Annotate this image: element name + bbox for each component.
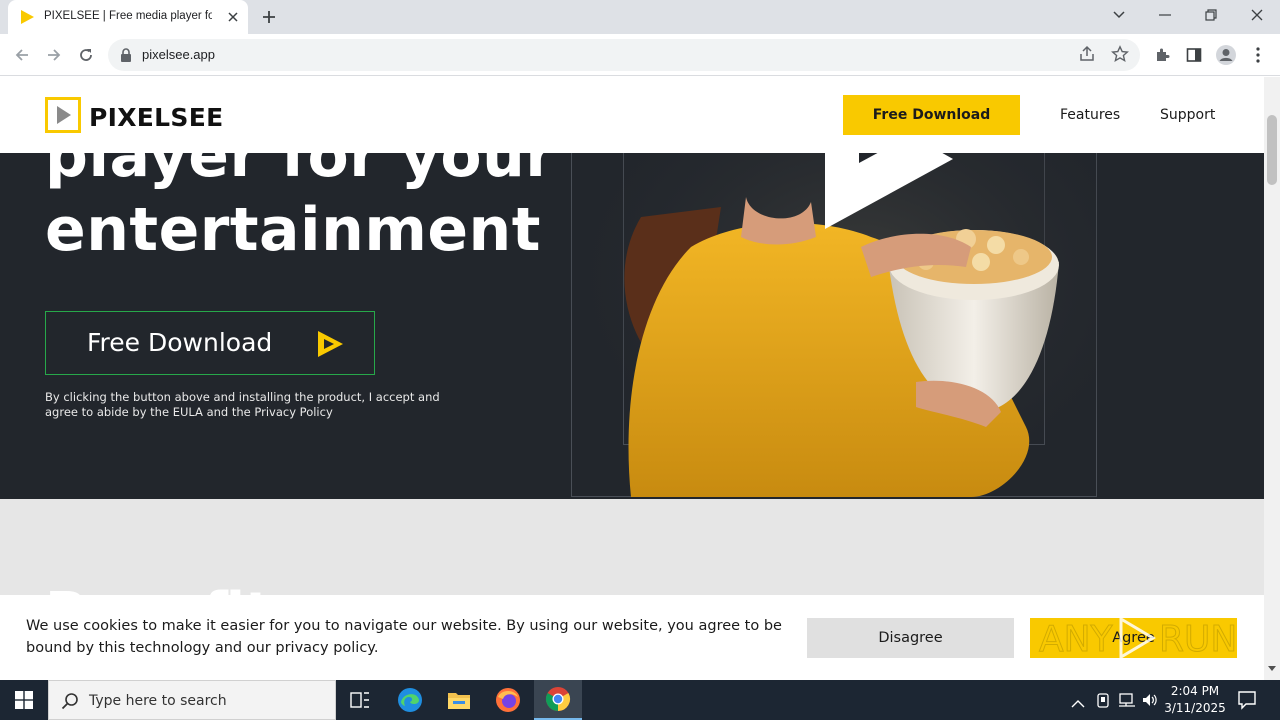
back-icon[interactable] [8,41,36,69]
cookie-text: We use cookies to make it easier for you… [26,618,782,656]
page-viewport: player for your entertainment Free Downl… [0,77,1264,680]
taskbar-clock[interactable]: 2:04 PM 3/11/2025 [1160,683,1230,717]
site-header: PIXELSEE Free Download Features Support [0,77,1264,153]
hero-image-woman-popcorn [571,97,1097,497]
taskbar-search-box[interactable]: Type here to search [48,680,336,720]
restore-icon[interactable] [1188,0,1234,30]
search-icon [61,692,79,714]
tab-title: PIXELSEE | Free media player for [44,10,212,22]
edge-browser-icon[interactable] [386,680,434,720]
side-panel-icon[interactable] [1180,41,1208,69]
nav-link-support[interactable]: Support [1160,107,1215,123]
scrollbar-thumb[interactable] [1267,115,1277,185]
page-scrollbar[interactable] [1264,77,1280,680]
clock-date: 3/11/2025 [1164,701,1226,715]
search-placeholder: Type here to search [89,693,227,709]
new-tab-button[interactable] [258,6,280,28]
minimize-icon[interactable] [1142,0,1188,30]
hero-download-button[interactable]: Free Download [45,311,375,375]
chrome-menu-icon[interactable] [1244,41,1272,69]
eula-note: By clicking the button above and install… [45,390,440,419]
lock-icon[interactable] [120,47,132,66]
cookie-disagree-button[interactable]: Disagree [807,618,1014,658]
address-bar[interactable]: pixelsee.app [108,39,1140,71]
windows-taskbar: Type here to search 2:04 PM 3/11/2025 [0,680,1280,720]
tab-close-icon[interactable] [224,8,242,26]
browser-tab[interactable]: PIXELSEE | Free media player for [8,0,248,34]
url-text[interactable]: pixelsee.app [142,47,215,62]
scroll-down-icon[interactable] [1268,657,1276,676]
network-icon[interactable] [1118,691,1136,713]
forward-icon[interactable] [40,41,68,69]
hero-headline-line2: entertainment [45,195,541,265]
tray-device-icon[interactable] [1095,691,1111,713]
firefox-icon[interactable] [484,680,532,720]
chrome-icon[interactable] [534,680,582,720]
volume-icon[interactable] [1141,691,1159,713]
browser-tab-bar: PIXELSEE | Free media player for [0,0,1280,34]
task-view-icon[interactable] [336,680,384,720]
cookie-banner: We use cookies to make it easier for you… [0,595,1264,680]
logo-play-icon [45,97,81,137]
tab-search-icon[interactable] [1096,0,1142,30]
nav-link-features[interactable]: Features [1060,107,1120,123]
pixelsee-favicon-icon [19,9,35,29]
notification-center-icon[interactable] [1236,689,1258,715]
profile-avatar-icon[interactable] [1212,41,1240,69]
hero-download-label: Free Download [87,328,273,357]
share-icon[interactable] [1078,45,1096,67]
reload-icon[interactable] [72,41,100,69]
close-window-icon[interactable] [1234,0,1280,30]
pixelsee-logo[interactable]: PIXELSEE [45,97,223,137]
play-icon [316,330,344,362]
cookie-agree-button[interactable]: Agree [1030,618,1237,658]
clock-time: 2:04 PM [1170,684,1220,698]
windows-start-icon[interactable] [0,680,48,720]
bookmark-star-icon[interactable] [1111,45,1129,67]
nav-download-button[interactable]: Free Download [843,95,1020,135]
tray-overflow-chevron-icon[interactable] [1071,694,1085,713]
extensions-icon[interactable] [1148,41,1176,69]
browser-toolbar: pixelsee.app [0,34,1280,76]
logo-text: PIXELSEE [89,102,224,132]
file-explorer-icon[interactable] [435,680,483,720]
